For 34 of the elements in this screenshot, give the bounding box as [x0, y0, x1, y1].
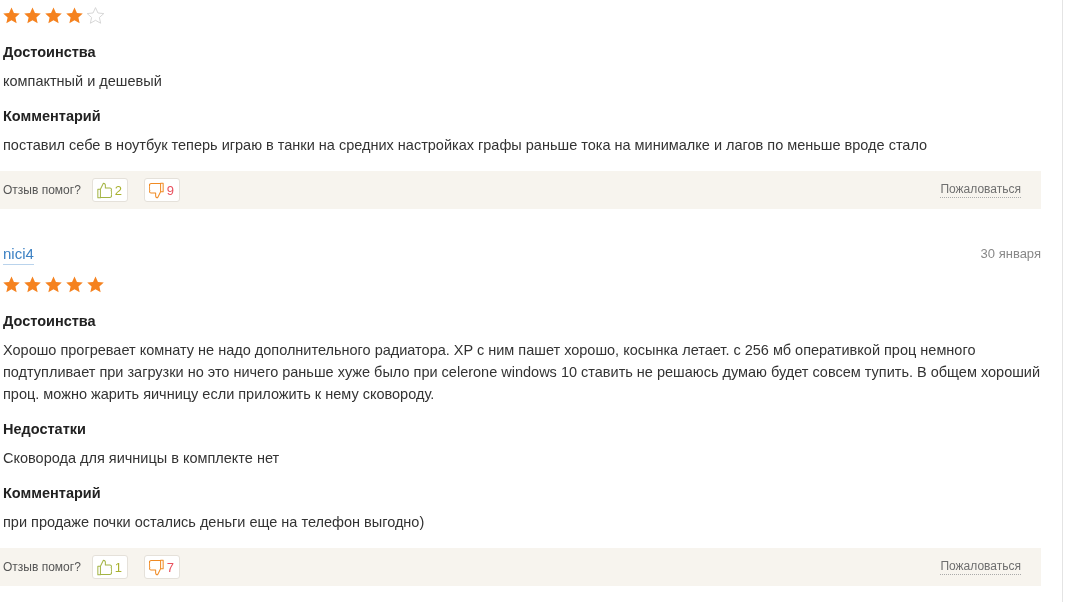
star-icon — [45, 275, 62, 293]
like-button[interactable]: 1 — [91, 555, 128, 579]
thumbs-up-icon — [96, 181, 112, 199]
star-icon — [66, 275, 83, 293]
like-button[interactable]: 2 — [91, 178, 128, 202]
review-date: 30 января — [980, 245, 1041, 263]
helpful-question: Отзыв помог? — [3, 182, 81, 199]
star-icon — [24, 275, 41, 293]
star-icon — [66, 6, 83, 24]
review-text: при продаже почки остались деньги еще на телефон выгодно) — [3, 513, 426, 532]
review-text: компактный и дешевый — [3, 72, 163, 91]
section-heading: Комментарий — [3, 484, 102, 503]
star-icon — [45, 6, 62, 24]
thumbs-down-icon — [148, 181, 164, 199]
star-outline-icon — [87, 6, 104, 24]
section-heading: Достоинства — [3, 43, 97, 62]
helpful-question: Отзыв помог? — [3, 559, 81, 576]
author-link[interactable]: nici4 — [3, 243, 34, 265]
report-link[interactable]: Пожаловаться — [940, 559, 1021, 575]
review-text: Сковорода для яичницы в комплекте нет — [3, 449, 281, 468]
report-link[interactable]: Пожаловаться — [940, 182, 1021, 198]
dislike-button[interactable]: 7 — [143, 555, 180, 579]
star-icon — [24, 6, 41, 24]
thumbs-up-icon — [96, 558, 112, 576]
section-heading: Недостатки — [3, 420, 87, 439]
thumbs-down-icon — [148, 558, 164, 576]
star-icon — [3, 6, 20, 24]
review-text: Хорошо прогревает комнату не надо дополнительного радиатора. XP с ним пашет хорошо, косынка летает. с 256 мб оперативкой проц немного подтупливает при загрузки но это ничего раньше хуже было при celerone windows 10 ставить не решаюсь думаю будет совсем тупить. В общем хороший проц. можно жарить яичницу если приложить к нему сковороду. — [3, 341, 1041, 404]
section-heading: Комментарий — [3, 107, 102, 126]
review-text: поставил себе в ноутбук теперь играю в танки на средних настройках графы раньше тока на минималке и лагов по меньше вроде стало — [3, 136, 929, 155]
star-icon — [3, 275, 20, 293]
dislike-button[interactable]: 9 — [143, 178, 180, 202]
star-icon — [87, 275, 104, 293]
section-heading: Достоинства — [3, 312, 97, 331]
